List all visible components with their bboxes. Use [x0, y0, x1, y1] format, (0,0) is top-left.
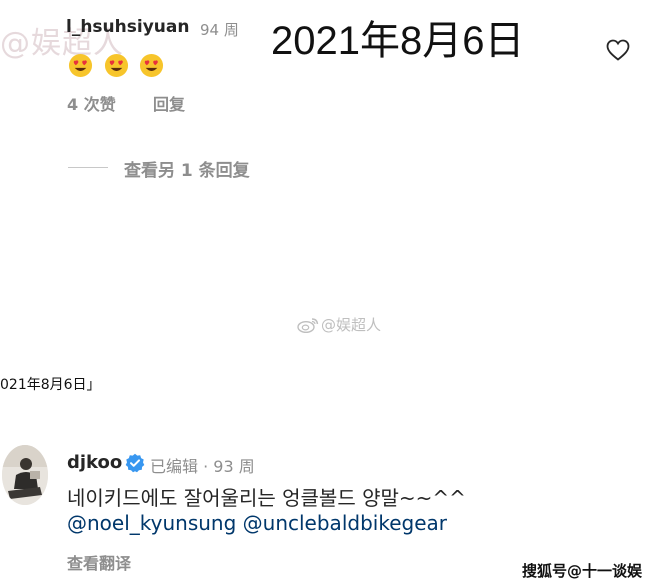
comment2-text: 네이키드에도 잘어울리는 엉클볼드 양말~~^^	[67, 486, 466, 510]
date-overlay: 2021年8月6日	[271, 19, 525, 63]
replies-divider-line	[68, 167, 108, 168]
comment1-username[interactable]: l_hsuhsiyuan	[66, 17, 189, 37]
weibo-icon	[297, 318, 319, 333]
watermark-center: @娱超人	[297, 314, 381, 335]
verified-badge-icon	[125, 453, 145, 473]
heart-eyes-emoji-icon	[104, 53, 129, 78]
see-translation-button[interactable]: 查看翻译	[67, 550, 131, 574]
comment1-likes[interactable]: 4 次赞	[67, 91, 116, 115]
comment2-username[interactable]: djkoo	[67, 452, 122, 473]
comment1-time: 94 周	[200, 21, 239, 39]
comment2-meta: 已编辑 · 93 周	[150, 457, 255, 476]
like-heart-icon[interactable]	[606, 39, 630, 61]
date-caption: 021年8月6日」	[0, 377, 101, 393]
comment2-mentions: @noel_kyunsung @unclebaldbikegear	[67, 511, 447, 535]
mention-link[interactable]: @noel_kyunsung	[67, 511, 236, 535]
watermark-bottom: 搜狐号@十一谈娱	[522, 562, 643, 580]
heart-eyes-emoji-icon	[139, 53, 164, 78]
avatar[interactable]	[2, 445, 48, 505]
mention-link[interactable]: @unclebaldbikegear	[243, 511, 447, 535]
view-more-replies-button[interactable]: 查看另 1 条回复	[124, 156, 250, 181]
heart-eyes-emoji-icon	[68, 53, 93, 78]
comment1-reply-button[interactable]: 回复	[153, 91, 185, 115]
